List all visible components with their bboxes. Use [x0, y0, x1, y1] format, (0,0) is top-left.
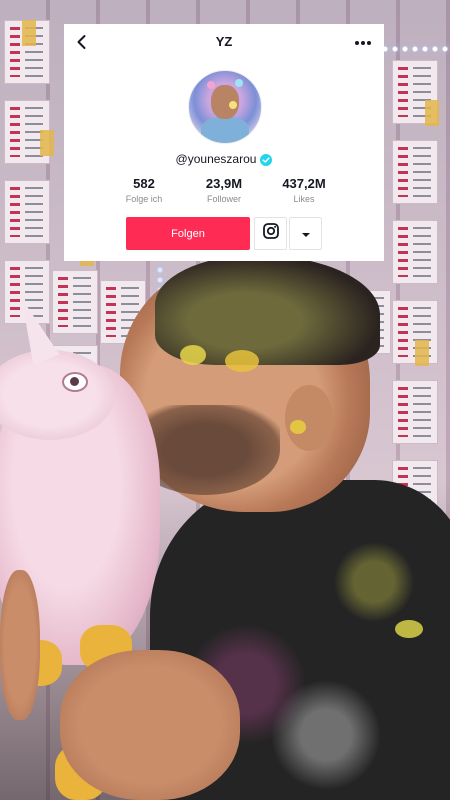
instagram-button[interactable]	[254, 217, 287, 250]
username: @youneszarou	[175, 152, 257, 166]
avatar-sparkle	[235, 79, 243, 87]
paint-splash	[395, 620, 423, 638]
stat-label: Follower	[206, 194, 241, 204]
plush-unicorn-eye	[62, 372, 88, 392]
stat-likes[interactable]: 437,2M Likes	[264, 176, 344, 204]
wall-sheet	[392, 380, 438, 444]
avatar-sparkle	[207, 81, 215, 89]
wall-sheet	[392, 140, 438, 204]
wall-sheet	[392, 220, 438, 284]
profile-card: YZ @youneszarou 582 Folge ich 23,9M Foll…	[64, 24, 384, 261]
string-lights	[380, 42, 450, 56]
person-hand	[60, 650, 240, 800]
stat-following[interactable]: 582 Folge ich	[104, 176, 184, 204]
more-horizontal-icon	[354, 33, 372, 51]
person-hand	[0, 570, 40, 720]
wall-sheet	[52, 270, 98, 334]
verified-badge-icon	[260, 153, 273, 166]
follow-button[interactable]: Folgen	[126, 217, 250, 250]
avatar-body	[201, 117, 249, 143]
stat-label: Likes	[293, 194, 315, 204]
wall-sheet	[4, 180, 50, 244]
page-title: YZ	[215, 34, 233, 49]
wall-tape	[425, 100, 439, 126]
wall-tape	[22, 20, 36, 46]
avatar-sparkle	[229, 101, 237, 109]
paint-splash	[290, 420, 306, 434]
profile-stats: 582 Folge ich 23,9M Follower 437,2M Like…	[104, 176, 344, 204]
more-options-button[interactable]	[352, 33, 374, 51]
person-ear	[285, 385, 333, 451]
stat-value: 582	[133, 176, 155, 191]
paint-splash	[225, 350, 259, 372]
stat-value: 23,9M	[205, 176, 243, 191]
avatar[interactable]	[188, 70, 262, 144]
paint-splash	[180, 345, 206, 365]
caret-down-icon	[301, 225, 311, 243]
stat-value: 437,2M	[282, 176, 326, 191]
card-header: YZ	[64, 24, 384, 60]
stat-label: Folge ich	[125, 194, 163, 204]
instagram-icon	[262, 222, 280, 245]
username-row: @youneszarou	[64, 152, 384, 166]
stat-followers[interactable]: 23,9M Follower	[184, 176, 264, 204]
wall-tape	[40, 130, 54, 156]
suggestions-dropdown-button[interactable]	[289, 217, 322, 250]
wall-tape	[415, 340, 429, 366]
